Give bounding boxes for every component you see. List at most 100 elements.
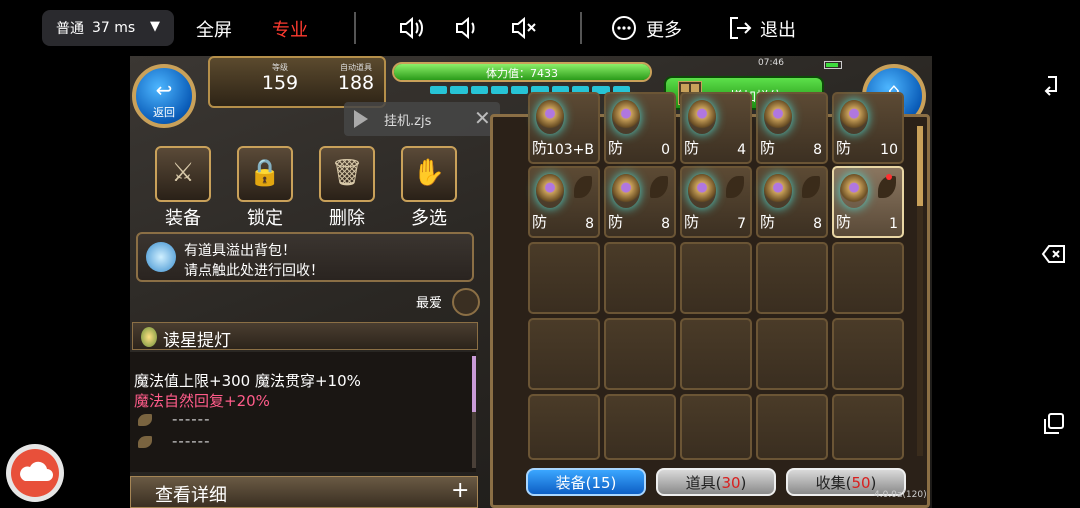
ring-icon [764,174,792,208]
inventory-slot[interactable]: 防 0 [604,92,676,164]
ring-icon [612,174,640,208]
cloud-icon [20,461,54,481]
quality-selector[interactable]: 普通 37 ms ▼ [42,10,174,46]
leaf-icon [138,414,152,426]
divider [354,12,356,44]
tab-equipment-label: 装备(15) [555,474,617,492]
auto-item-stat: 自动道具 188 [334,62,378,93]
tab-items-count: 30 [721,474,741,492]
view-detail-button[interactable]: 查看详细 + [130,476,478,508]
pro-mode-button[interactable]: 专业 [272,16,308,42]
level-stat: 等级 159 [260,62,300,93]
inventory-slot-empty[interactable] [528,394,600,460]
inventory-slot-empty[interactable] [680,394,752,460]
gem-icon [141,327,157,347]
slot-defense-label: 防 [532,213,548,231]
alert-icon [146,242,176,272]
caret-down-icon: ▼ [150,19,160,34]
slot-defense-label: 防 [532,139,548,157]
slot-value: 8 [813,142,822,158]
play-icon[interactable] [354,110,368,128]
lock-icon: 🔒 [237,146,293,202]
inventory-slot-empty[interactable] [528,242,600,314]
inventory-slot-empty[interactable] [680,318,752,390]
fullscreen-button[interactable]: 全屏 [196,16,232,42]
inventory-slot[interactable]: 防 8 [756,166,828,238]
script-file-overlay[interactable]: 挂机.zjs ✕ [344,102,500,136]
game-viewport[interactable]: ↩ 返回 等级 159 自动道具 188 体力值：7433 07:46 增加栏位… [130,56,932,508]
slot-defense-label: 防 [760,213,776,231]
item-name: 读星提灯 [163,331,231,351]
slot-value: 0 [661,142,670,158]
delete-action-button[interactable]: 🗑 删除 [318,146,376,230]
inventory-slot[interactable]: 防 4 [680,92,752,164]
backspace-icon[interactable] [1040,240,1068,268]
ring-icon [536,174,564,208]
slot-defense-label: 防 [608,213,624,231]
inventory-slot[interactable]: 防 10 [832,92,904,164]
equip-action-button[interactable]: ⚔ 装备 [154,146,212,230]
ring-icon [536,100,564,134]
view-detail-label: 查看详细 [155,485,227,506]
tab-items[interactable]: 道具(30) [656,468,776,496]
inventory-slot[interactable]: 防 8 [528,166,600,238]
tab-equipment[interactable]: 装备(15) [526,468,646,496]
inventory-slot-empty[interactable] [604,318,676,390]
inventory-slot-empty[interactable] [832,394,904,460]
cloud-button-face [11,449,59,497]
slot-value: 7 [737,216,746,232]
seed-icon [802,176,820,198]
slot-value: 1 [889,216,898,232]
volume-down-icon[interactable] [454,14,482,42]
description-scrollbar[interactable] [472,356,476,468]
back-arrow-icon: ↩ [155,78,173,102]
more-button[interactable]: 更多 [646,16,682,42]
inventory-slot[interactable]: 防 103+B [528,92,600,164]
inventory-slot-selected[interactable]: 防 1 [832,166,904,238]
inventory-slot-empty[interactable] [756,242,828,314]
slot-defense-label: 防 [836,213,852,231]
volume-up-icon[interactable] [398,14,426,42]
inventory-slot-empty[interactable] [832,242,904,314]
enter-icon[interactable] [1040,72,1068,100]
copy-icon[interactable] [1040,410,1068,438]
inventory-slot-empty[interactable] [756,318,828,390]
seed-icon [574,176,592,198]
multiselect-action-button[interactable]: ✋ 多选 [400,146,458,230]
inventory-slot-empty[interactable] [528,318,600,390]
desc-line-1: 魔法值上限+300 魔法贯穿+10% [134,372,361,390]
close-icon[interactable]: ✕ [474,106,491,130]
exit-icon[interactable] [726,14,754,42]
slot-defense-label: 防 [684,139,700,157]
inventory-slot[interactable]: 防 8 [756,92,828,164]
script-file-name: 挂机.zjs [384,114,432,129]
slot-defense-label: 防 [608,139,624,157]
inventory-slot-empty[interactable] [832,318,904,390]
favorite-toggle[interactable] [452,288,480,316]
back-button[interactable]: ↩ 返回 [132,64,196,128]
more-icon[interactable] [610,14,638,42]
screen: 普通 37 ms ▼ 全屏 专业 更多 退出 ↩ 返回 等级 159 自动道具 … [0,0,1080,508]
inventory-slot[interactable]: 防 7 [680,166,752,238]
inventory-slot[interactable]: 防 8 [604,166,676,238]
inventory-slot-empty[interactable] [756,394,828,460]
desc-empty-slot-1: ------ [172,410,211,428]
inventory-slot-empty[interactable] [604,394,676,460]
overflow-notice[interactable]: 有道具溢出背包！ 请点触此处进行回收！ [136,232,474,282]
tab-items-prefix: 道具( [685,474,722,492]
inventory-slot-empty[interactable] [680,242,752,314]
slot-defense-label: 防 [684,213,700,231]
exit-button[interactable]: 退出 [760,16,796,42]
divider [580,12,582,44]
trash-icon: 🗑 [319,146,375,202]
lock-action-button[interactable]: 🔒 锁定 [236,146,294,230]
favorite-label: 最爱 [416,296,443,311]
notice-line-1: 有道具溢出背包！ [184,243,296,259]
stamina-label: 体力值：7433 [486,67,558,80]
game-clock: 07:46 [758,58,784,68]
battery-icon [824,61,842,69]
inventory-slot-empty[interactable] [604,242,676,314]
cloud-float-button[interactable] [6,444,64,502]
mute-icon[interactable] [510,14,538,42]
inventory-scrollbar[interactable] [917,126,923,456]
